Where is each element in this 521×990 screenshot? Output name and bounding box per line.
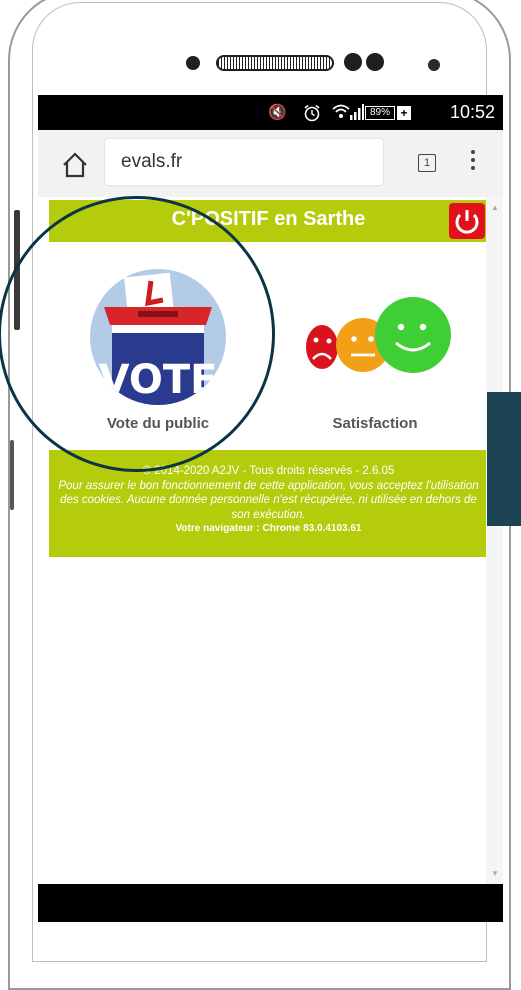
- satisfaction-tile[interactable]: Satisfaction: [275, 257, 475, 437]
- charging-icon: +: [397, 106, 411, 120]
- scroll-down-icon[interactable]: ▼: [491, 869, 499, 878]
- cookie-notice: Pour assurer le bon fonctionnement de ce…: [58, 479, 479, 521]
- screen-bottom-bezel: [38, 884, 503, 922]
- front-camera: [428, 59, 440, 71]
- home-icon[interactable]: [60, 150, 90, 180]
- smileys-icon: [306, 297, 451, 373]
- browser-toolbar: evals.fr 1: [38, 130, 503, 197]
- power-icon: [455, 210, 479, 234]
- status-bar: 🔇 89% + 10:52: [38, 95, 503, 130]
- clock: 10:52: [449, 102, 495, 122]
- url-text: evals.fr: [121, 151, 183, 172]
- annotation-circle: [0, 196, 275, 472]
- power-key: [10, 440, 14, 510]
- front-sensor: [366, 53, 384, 71]
- power-button[interactable]: [449, 203, 485, 239]
- earpiece-speaker: [216, 55, 334, 71]
- tab-switcher-icon[interactable]: 1: [418, 154, 436, 172]
- signal-icon: [350, 104, 364, 120]
- wifi-icon: [332, 104, 350, 118]
- satisfaction-tile-label: Satisfaction: [332, 415, 418, 432]
- front-sensor: [186, 56, 200, 70]
- address-bar[interactable]: evals.fr: [105, 139, 383, 185]
- front-sensor: [344, 53, 362, 71]
- battery-indicator: 89%: [365, 106, 395, 120]
- browser-info: Votre navigateur : Chrome 83.0.4103.61: [175, 523, 362, 534]
- alarm-icon: [304, 104, 320, 122]
- menu-icon[interactable]: [470, 150, 476, 174]
- mute-icon: 🔇: [268, 104, 287, 121]
- scroll-up-icon[interactable]: ▲: [491, 203, 499, 212]
- page-scrollbar[interactable]: ▲ ▼: [486, 197, 503, 884]
- annotation-marker: [487, 392, 521, 526]
